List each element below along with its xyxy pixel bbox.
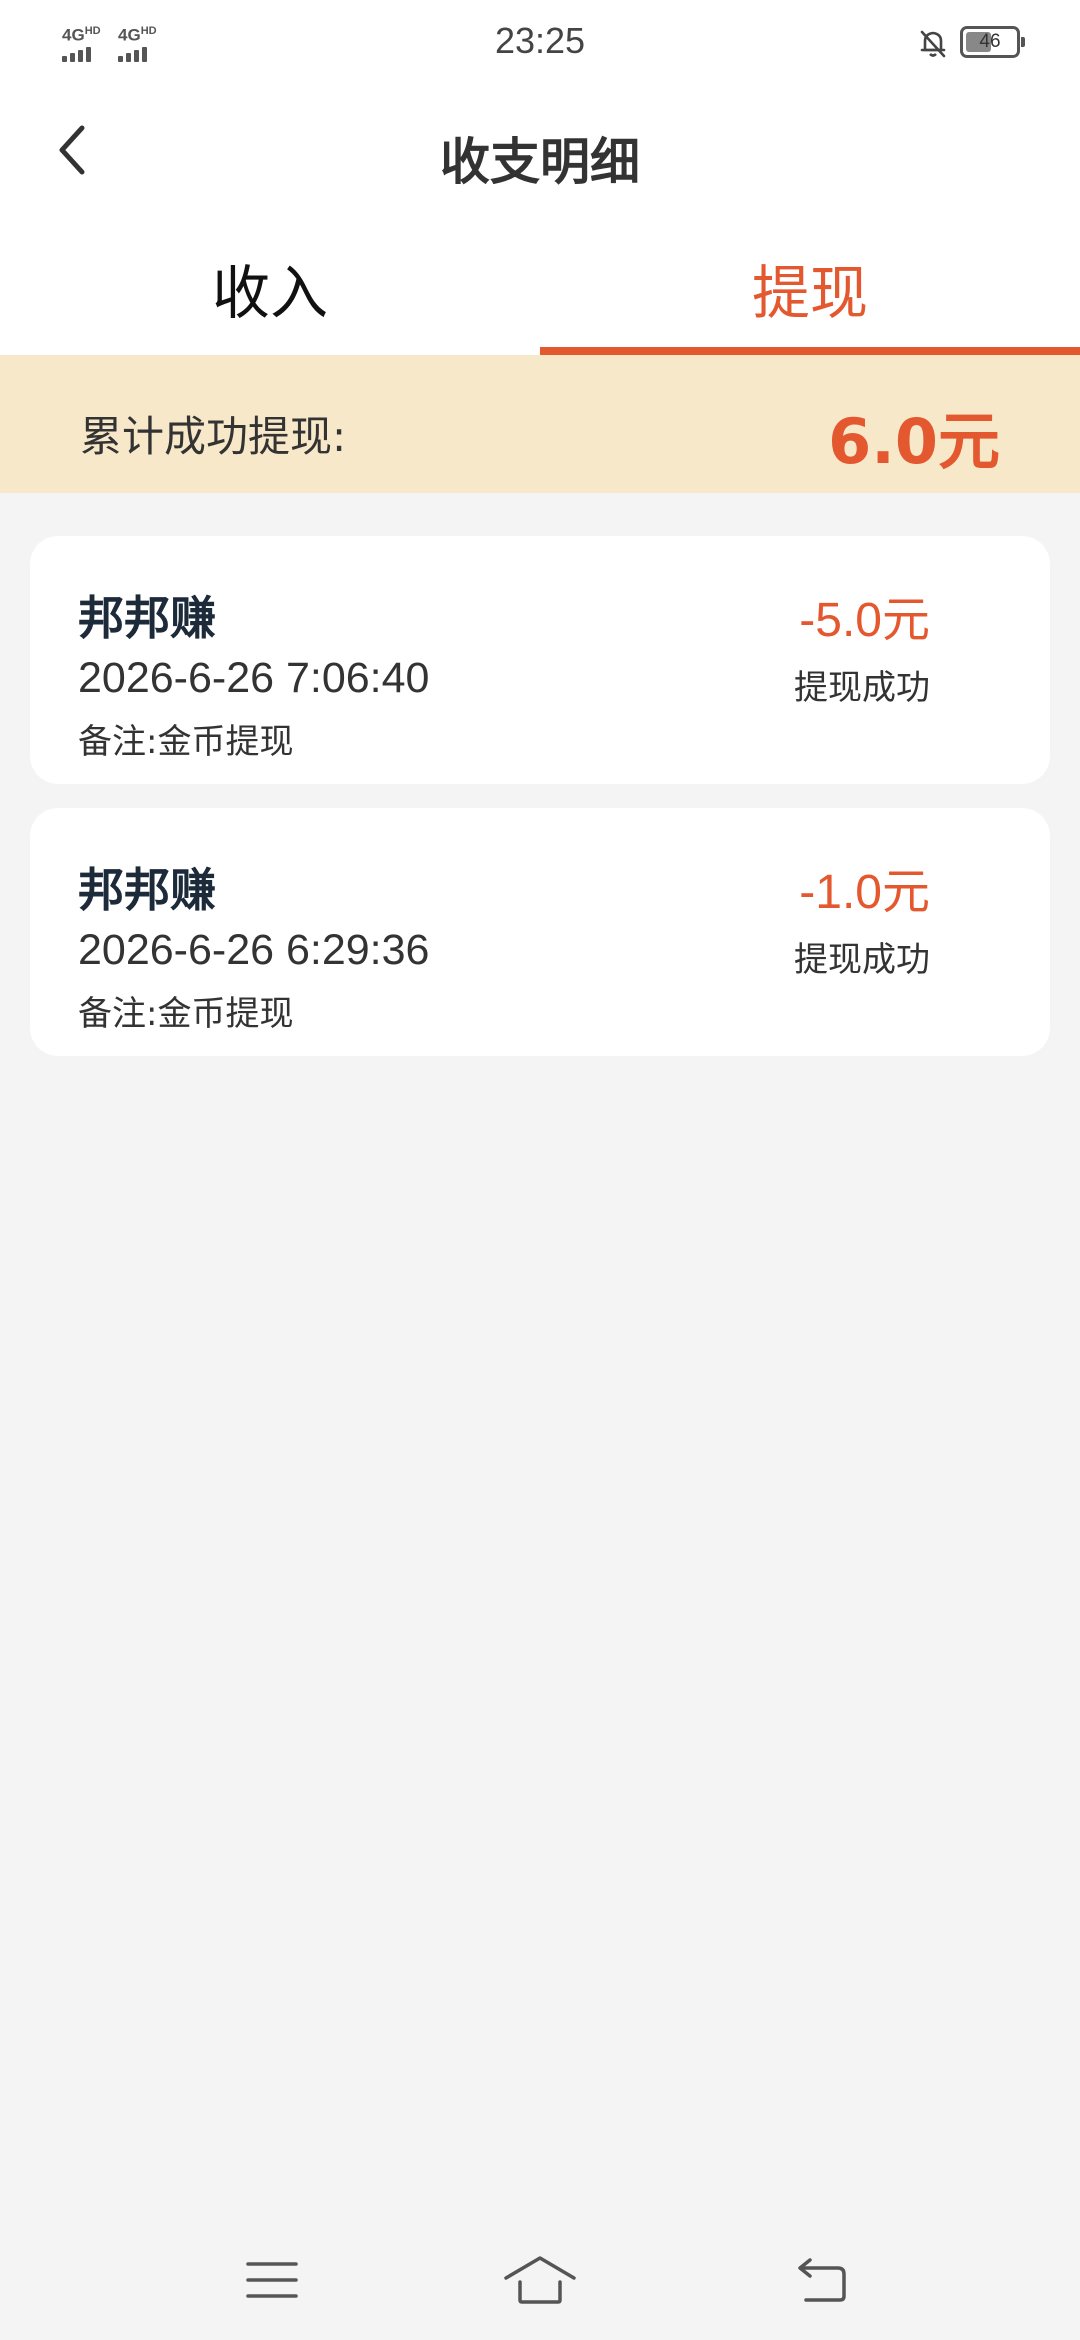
home-button[interactable]	[500, 2250, 580, 2310]
record-status: 提现成功	[794, 940, 930, 980]
record-time: 2026-6-26 7:06:40	[78, 654, 430, 702]
battery-indicator: 46	[960, 26, 1025, 58]
record-card[interactable]: 邦邦赚 2026-6-26 7:06:40 备注:金币提现 -5.0元 提现成功	[30, 536, 1050, 784]
withdraw-summary: 累计成功提现: 6.0元	[0, 355, 1080, 493]
status-bar: 4GHD 4GHD 23:25 46	[0, 0, 1080, 84]
header: 收支明细	[0, 84, 1080, 220]
record-status: 提现成功	[794, 668, 930, 708]
summary-label: 累计成功提现:	[80, 412, 347, 461]
bell-off-icon	[916, 26, 950, 60]
record-title: 邦邦赚	[78, 591, 216, 645]
system-nav-bar	[0, 2220, 1080, 2340]
record-note: 备注:金币提现	[78, 722, 294, 762]
menu-icon	[246, 2262, 298, 2298]
return-icon	[798, 2258, 846, 2302]
screen: 4GHD 4GHD 23:25 46 收支明细 收入 提现 累计成功提现: 6.…	[0, 0, 1080, 2340]
tab-withdraw[interactable]: 提现	[540, 220, 1080, 355]
tab-bar: 收入 提现	[0, 220, 1080, 355]
summary-total: 6.0元	[828, 405, 1000, 478]
battery-level: 46	[979, 31, 1001, 52]
record-amount: -1.0元	[799, 866, 930, 919]
record-title: 邦邦赚	[78, 863, 216, 917]
record-amount: -5.0元	[799, 594, 930, 647]
return-button[interactable]	[782, 2250, 862, 2310]
record-card[interactable]: 邦邦赚 2026-6-26 6:29:36 备注:金币提现 -1.0元 提现成功	[30, 808, 1050, 1056]
record-time: 2026-6-26 6:29:36	[78, 926, 430, 974]
home-icon	[504, 2256, 576, 2304]
record-note: 备注:金币提现	[78, 994, 294, 1034]
tab-income[interactable]: 收入	[0, 220, 540, 355]
page-title: 收支明细	[440, 133, 640, 191]
menu-button[interactable]	[232, 2250, 312, 2310]
